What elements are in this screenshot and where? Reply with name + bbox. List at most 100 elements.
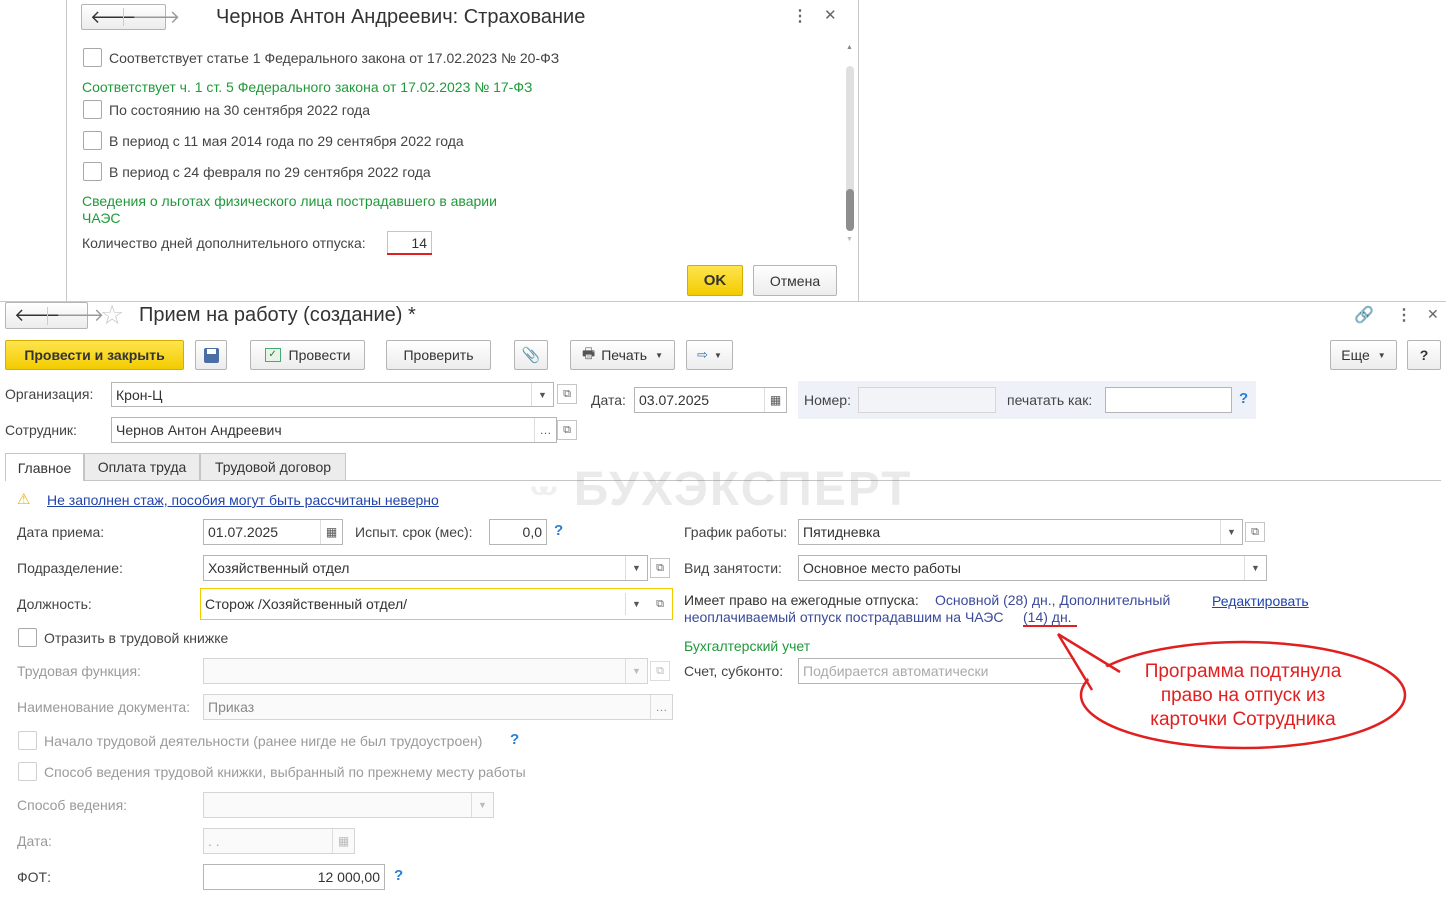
- dept-open-button[interactable]: ⧉: [650, 558, 670, 578]
- extra-days-input[interactable]: 14: [387, 231, 432, 254]
- forward-arrow-icon[interactable]: 🡒: [56, 305, 104, 326]
- chevron-down-icon[interactable]: ▼: [625, 593, 647, 615]
- watermark: ᵕᵕ БУХЭКСПЕРТ: [530, 462, 912, 517]
- position-label: Должность:: [17, 596, 92, 612]
- schedule-field[interactable]: Пятидневка ▼: [798, 519, 1243, 545]
- employment-field[interactable]: Основное место работы ▼: [798, 555, 1267, 581]
- more-menu-icon[interactable]: ⋮: [792, 6, 808, 26]
- chevron-down-icon[interactable]: ▼: [625, 556, 647, 580]
- date-field[interactable]: . . ▦: [203, 828, 355, 854]
- post-and-close-button[interactable]: Провести и закрыть: [5, 340, 184, 370]
- scroll-up-icon[interactable]: ▲: [846, 44, 853, 51]
- book-method-prev-checkbox[interactable]: [18, 762, 37, 781]
- date-field[interactable]: 03.07.2025 ▦: [634, 387, 787, 413]
- dept-label: Подразделение:: [17, 560, 123, 576]
- ellipsis-icon[interactable]: …: [534, 418, 556, 442]
- doc-name-field[interactable]: Приказ …: [203, 694, 673, 720]
- separator: [123, 8, 124, 26]
- ellipsis-icon[interactable]: …: [650, 695, 672, 719]
- print-button[interactable]: 🖶 Печать ▼: [570, 340, 675, 370]
- org-field[interactable]: Крон-Ц ▼: [111, 382, 554, 407]
- book-method-prev-label: Способ ведения трудовой книжки, выбранны…: [44, 764, 526, 780]
- tab-contract[interactable]: Трудовой договор: [200, 453, 346, 480]
- employee-field[interactable]: Чернов Антон Андреевич …: [111, 417, 557, 443]
- career-start-label: Начало трудовой деятельности (ранее нигд…: [44, 733, 483, 749]
- hire-date-field[interactable]: 01.07.2025 ▦: [203, 519, 343, 545]
- open-icon[interactable]: ⧉: [649, 593, 671, 615]
- account-field[interactable]: Подбирается автоматически: [798, 658, 1088, 684]
- more-menu-icon[interactable]: ⋮: [1396, 305, 1412, 325]
- labor-func-field[interactable]: ▼: [203, 658, 648, 684]
- more-button-label: Еще: [1341, 347, 1370, 363]
- position-field[interactable]: Сторож /Хозяйственный отдел/ ▼ ⧉: [200, 588, 673, 620]
- edit-vacation-link[interactable]: Редактировать: [1212, 593, 1309, 609]
- calendar-icon[interactable]: ▦: [320, 520, 342, 544]
- employee-open-button[interactable]: ⧉: [557, 420, 577, 440]
- ok-button[interactable]: OK: [687, 265, 743, 296]
- book-method-field[interactable]: ▼: [203, 792, 494, 818]
- checkbox-sep30[interactable]: [83, 100, 102, 119]
- more-button[interactable]: Еще ▼: [1330, 340, 1397, 370]
- save-button[interactable]: [195, 340, 227, 370]
- career-start-checkbox[interactable]: [18, 731, 37, 750]
- dialog-scrollbar[interactable]: ▲ ▼: [844, 44, 855, 248]
- vacation-text-line1: Основной (28) дн., Дополнительный: [935, 592, 1171, 608]
- chevron-down-icon[interactable]: ▼: [625, 659, 647, 683]
- dept-value: Хозяйственный отдел: [208, 560, 350, 576]
- schedule-open-button[interactable]: ⧉: [1245, 522, 1265, 542]
- probation-help-icon[interactable]: ?: [554, 522, 563, 539]
- doc-title: Прием на работу (создание) *: [139, 304, 416, 326]
- post-button[interactable]: ✓ Провести: [250, 340, 365, 370]
- checkbox-article1[interactable]: [83, 48, 102, 67]
- chevron-down-icon[interactable]: ▼: [1220, 520, 1242, 544]
- vacation-label: Имеет право на ежегодные отпуска:: [684, 592, 919, 608]
- org-open-button[interactable]: ⧉: [557, 384, 577, 404]
- close-icon[interactable]: ✕: [1427, 306, 1439, 323]
- chevron-down-icon[interactable]: ▼: [471, 793, 493, 817]
- link-icon[interactable]: 🔗: [1354, 305, 1374, 325]
- help-button[interactable]: ?: [1407, 340, 1441, 370]
- fot-help-icon[interactable]: ?: [394, 867, 403, 884]
- checkbox-feb24[interactable]: [83, 162, 102, 181]
- tab-main[interactable]: Главное: [5, 453, 84, 481]
- position-value: Сторож /Хозяйственный отдел/: [205, 596, 408, 612]
- date-value: 03.07.2025: [639, 392, 710, 408]
- chevron-down-icon: ▼: [655, 350, 663, 360]
- number-label: Номер:: [804, 392, 851, 408]
- calendar-icon[interactable]: ▦: [332, 829, 354, 853]
- open-icon: ⧉: [1251, 525, 1259, 538]
- vacation-days: (14) дн.: [1023, 609, 1072, 625]
- labor-func-open-button[interactable]: ⧉: [650, 661, 670, 681]
- cancel-button[interactable]: Отмена: [753, 265, 837, 296]
- number-help-icon[interactable]: ?: [1239, 390, 1248, 407]
- check-button[interactable]: Проверить: [386, 340, 491, 370]
- scrollbar-thumb[interactable]: [846, 189, 854, 231]
- insurance-dialog: 🡐 🡒 Чернов Антон Андреевич: Страхование …: [66, 0, 859, 301]
- save-icon: [203, 347, 219, 363]
- forward-arrow-icon[interactable]: 🡒: [132, 7, 180, 28]
- chevron-down-icon: ▼: [1377, 350, 1386, 360]
- extra-days-value: 14: [411, 234, 427, 251]
- checkbox-may2014[interactable]: [83, 131, 102, 150]
- close-icon[interactable]: ✕: [824, 6, 837, 24]
- number-field[interactable]: [858, 387, 996, 413]
- chevron-down-icon[interactable]: ▼: [1244, 556, 1266, 580]
- related-docs-button[interactable]: ⇨ ▼: [686, 340, 733, 370]
- attach-button[interactable]: 📎: [514, 340, 548, 370]
- favorite-star-icon[interactable]: ☆: [100, 300, 124, 331]
- print-as-field[interactable]: [1105, 387, 1232, 413]
- chevron-down-icon[interactable]: ▼: [531, 383, 553, 406]
- related-docs-icon: ⇨: [697, 347, 708, 362]
- scroll-down-icon[interactable]: ▼: [846, 236, 853, 243]
- doc-back-forward: 🡐 🡒: [5, 302, 104, 329]
- dept-field[interactable]: Хозяйственный отдел ▼: [203, 555, 648, 581]
- calendar-icon[interactable]: ▦: [764, 388, 786, 412]
- probation-field[interactable]: 0,0: [489, 519, 547, 545]
- fot-label: ФОТ:: [17, 869, 51, 885]
- fot-field[interactable]: 12 000,00: [203, 864, 385, 890]
- tab-payment[interactable]: Оплата труда: [84, 453, 200, 480]
- career-start-help-icon[interactable]: ?: [510, 731, 519, 748]
- warning-link[interactable]: Не заполнен стаж, пособия могут быть рас…: [47, 492, 439, 508]
- workbook-checkbox[interactable]: [18, 628, 37, 647]
- accounting-heading: Бухгалтерский учет: [684, 638, 811, 654]
